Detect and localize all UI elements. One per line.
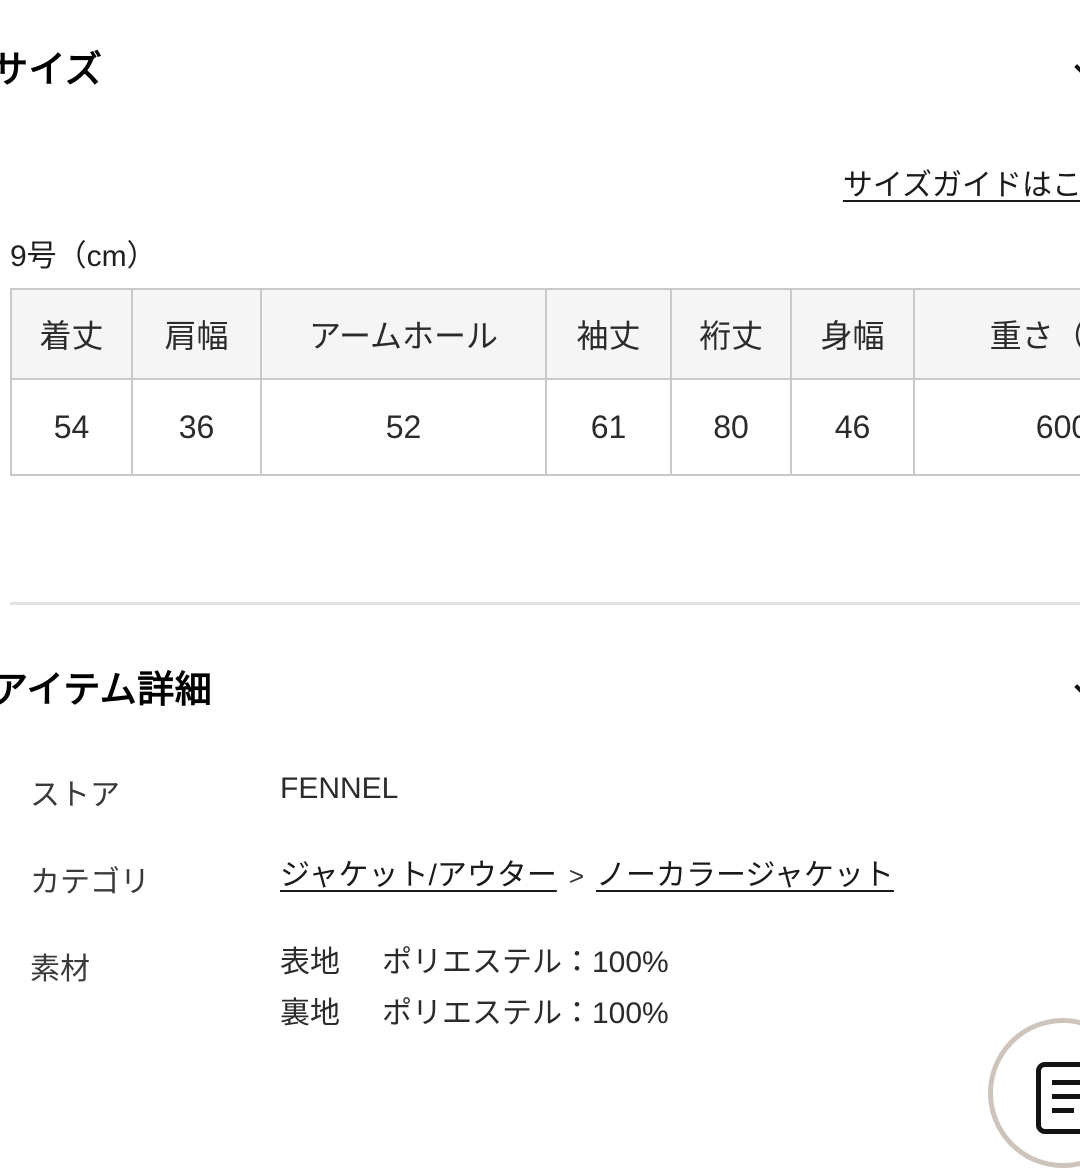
table-header-cell: 着丈 bbox=[10, 288, 133, 380]
detail-label-store: ストア bbox=[30, 779, 120, 812]
table-header-row: 着丈 肩幅 アームホール 袖丈 裄丈 身幅 重さ（g） bbox=[10, 288, 1080, 380]
size-guide-row: サイズガイドはこちら bbox=[0, 160, 1080, 204]
item-detail-list: ストア FENNEL カテゴリ ジャケット/アウター > ノーカラージャケット 素材… bbox=[0, 770, 1080, 1077]
table-cell: 52 bbox=[260, 378, 547, 476]
item-detail-section-header[interactable]: アイテム詳細 bbox=[0, 662, 1080, 710]
size-unit-caption: 9号（cm） bbox=[10, 240, 157, 273]
breadcrumb-link-child[interactable]: ノーカラージャケット bbox=[596, 859, 894, 892]
table-cell: 36 bbox=[131, 378, 262, 476]
detail-row-category: カテゴリ ジャケット/アウター > ノーカラージャケット bbox=[0, 857, 1080, 901]
table-header-cell: 肩幅 bbox=[131, 288, 262, 380]
detail-label-category: カテゴリ bbox=[30, 866, 150, 899]
section-divider bbox=[10, 602, 1080, 605]
material-outer-value: ポリエステル：100% bbox=[382, 946, 669, 979]
size-table-container: 着丈 肩幅 アームホール 袖丈 裄丈 身幅 重さ（g） 54 36 52 61 … bbox=[10, 288, 1080, 476]
size-table: 着丈 肩幅 アームホール 袖丈 裄丈 身幅 重さ（g） 54 36 52 61 … bbox=[10, 288, 1080, 476]
table-header-cell: アームホール bbox=[260, 288, 547, 380]
chevron-up-icon[interactable] bbox=[1076, 53, 1080, 79]
detail-value-material: 表地 ポリエステル：100% 裏地 ポリエステル：100% bbox=[280, 944, 669, 1034]
table-cell: 600 bbox=[913, 378, 1080, 476]
table-header-cell: 袖丈 bbox=[545, 288, 672, 380]
table-header-cell: 身幅 bbox=[790, 288, 915, 380]
size-section-header[interactable]: サイズ bbox=[0, 42, 1080, 90]
breadcrumb-separator: > bbox=[568, 861, 585, 891]
table-header-cell: 裄丈 bbox=[670, 288, 792, 380]
breadcrumb-link-parent[interactable]: ジャケット/アウター bbox=[280, 859, 557, 892]
breadcrumb: ジャケット/アウター > ノーカラージャケット bbox=[280, 857, 894, 895]
table-cell: 61 bbox=[545, 378, 672, 476]
detail-label-material: 素材 bbox=[30, 953, 90, 986]
document-list-icon bbox=[1036, 1062, 1080, 1134]
material-lining-line: 裏地 ポリエステル：100% bbox=[280, 995, 669, 1033]
detail-row-material: 素材 表地 ポリエステル：100% 裏地 ポリエステル：100% bbox=[0, 944, 1080, 1034]
table-cell: 46 bbox=[790, 378, 915, 476]
item-detail-title: アイテム詳細 bbox=[0, 669, 213, 710]
page-title: サイズ bbox=[0, 49, 103, 90]
table-row: 54 36 52 61 80 46 600 bbox=[10, 378, 1080, 476]
detail-row-store: ストア FENNEL bbox=[0, 770, 1080, 814]
size-guide-link[interactable]: サイズガイドはこちら bbox=[843, 160, 1080, 204]
table-cell: 80 bbox=[670, 378, 792, 476]
material-outer-kind: 表地 bbox=[280, 946, 340, 979]
material-lining-value: ポリエステル：100% bbox=[382, 997, 669, 1031]
material-outer-line: 表地 ポリエステル：100% bbox=[280, 944, 669, 982]
detail-value-store: FENNEL bbox=[280, 772, 399, 805]
material-lining-kind: 裏地 bbox=[280, 997, 340, 1031]
chevron-up-icon[interactable] bbox=[1076, 673, 1080, 699]
table-header-cell: 重さ（g） bbox=[913, 288, 1080, 380]
table-cell: 54 bbox=[10, 378, 133, 476]
